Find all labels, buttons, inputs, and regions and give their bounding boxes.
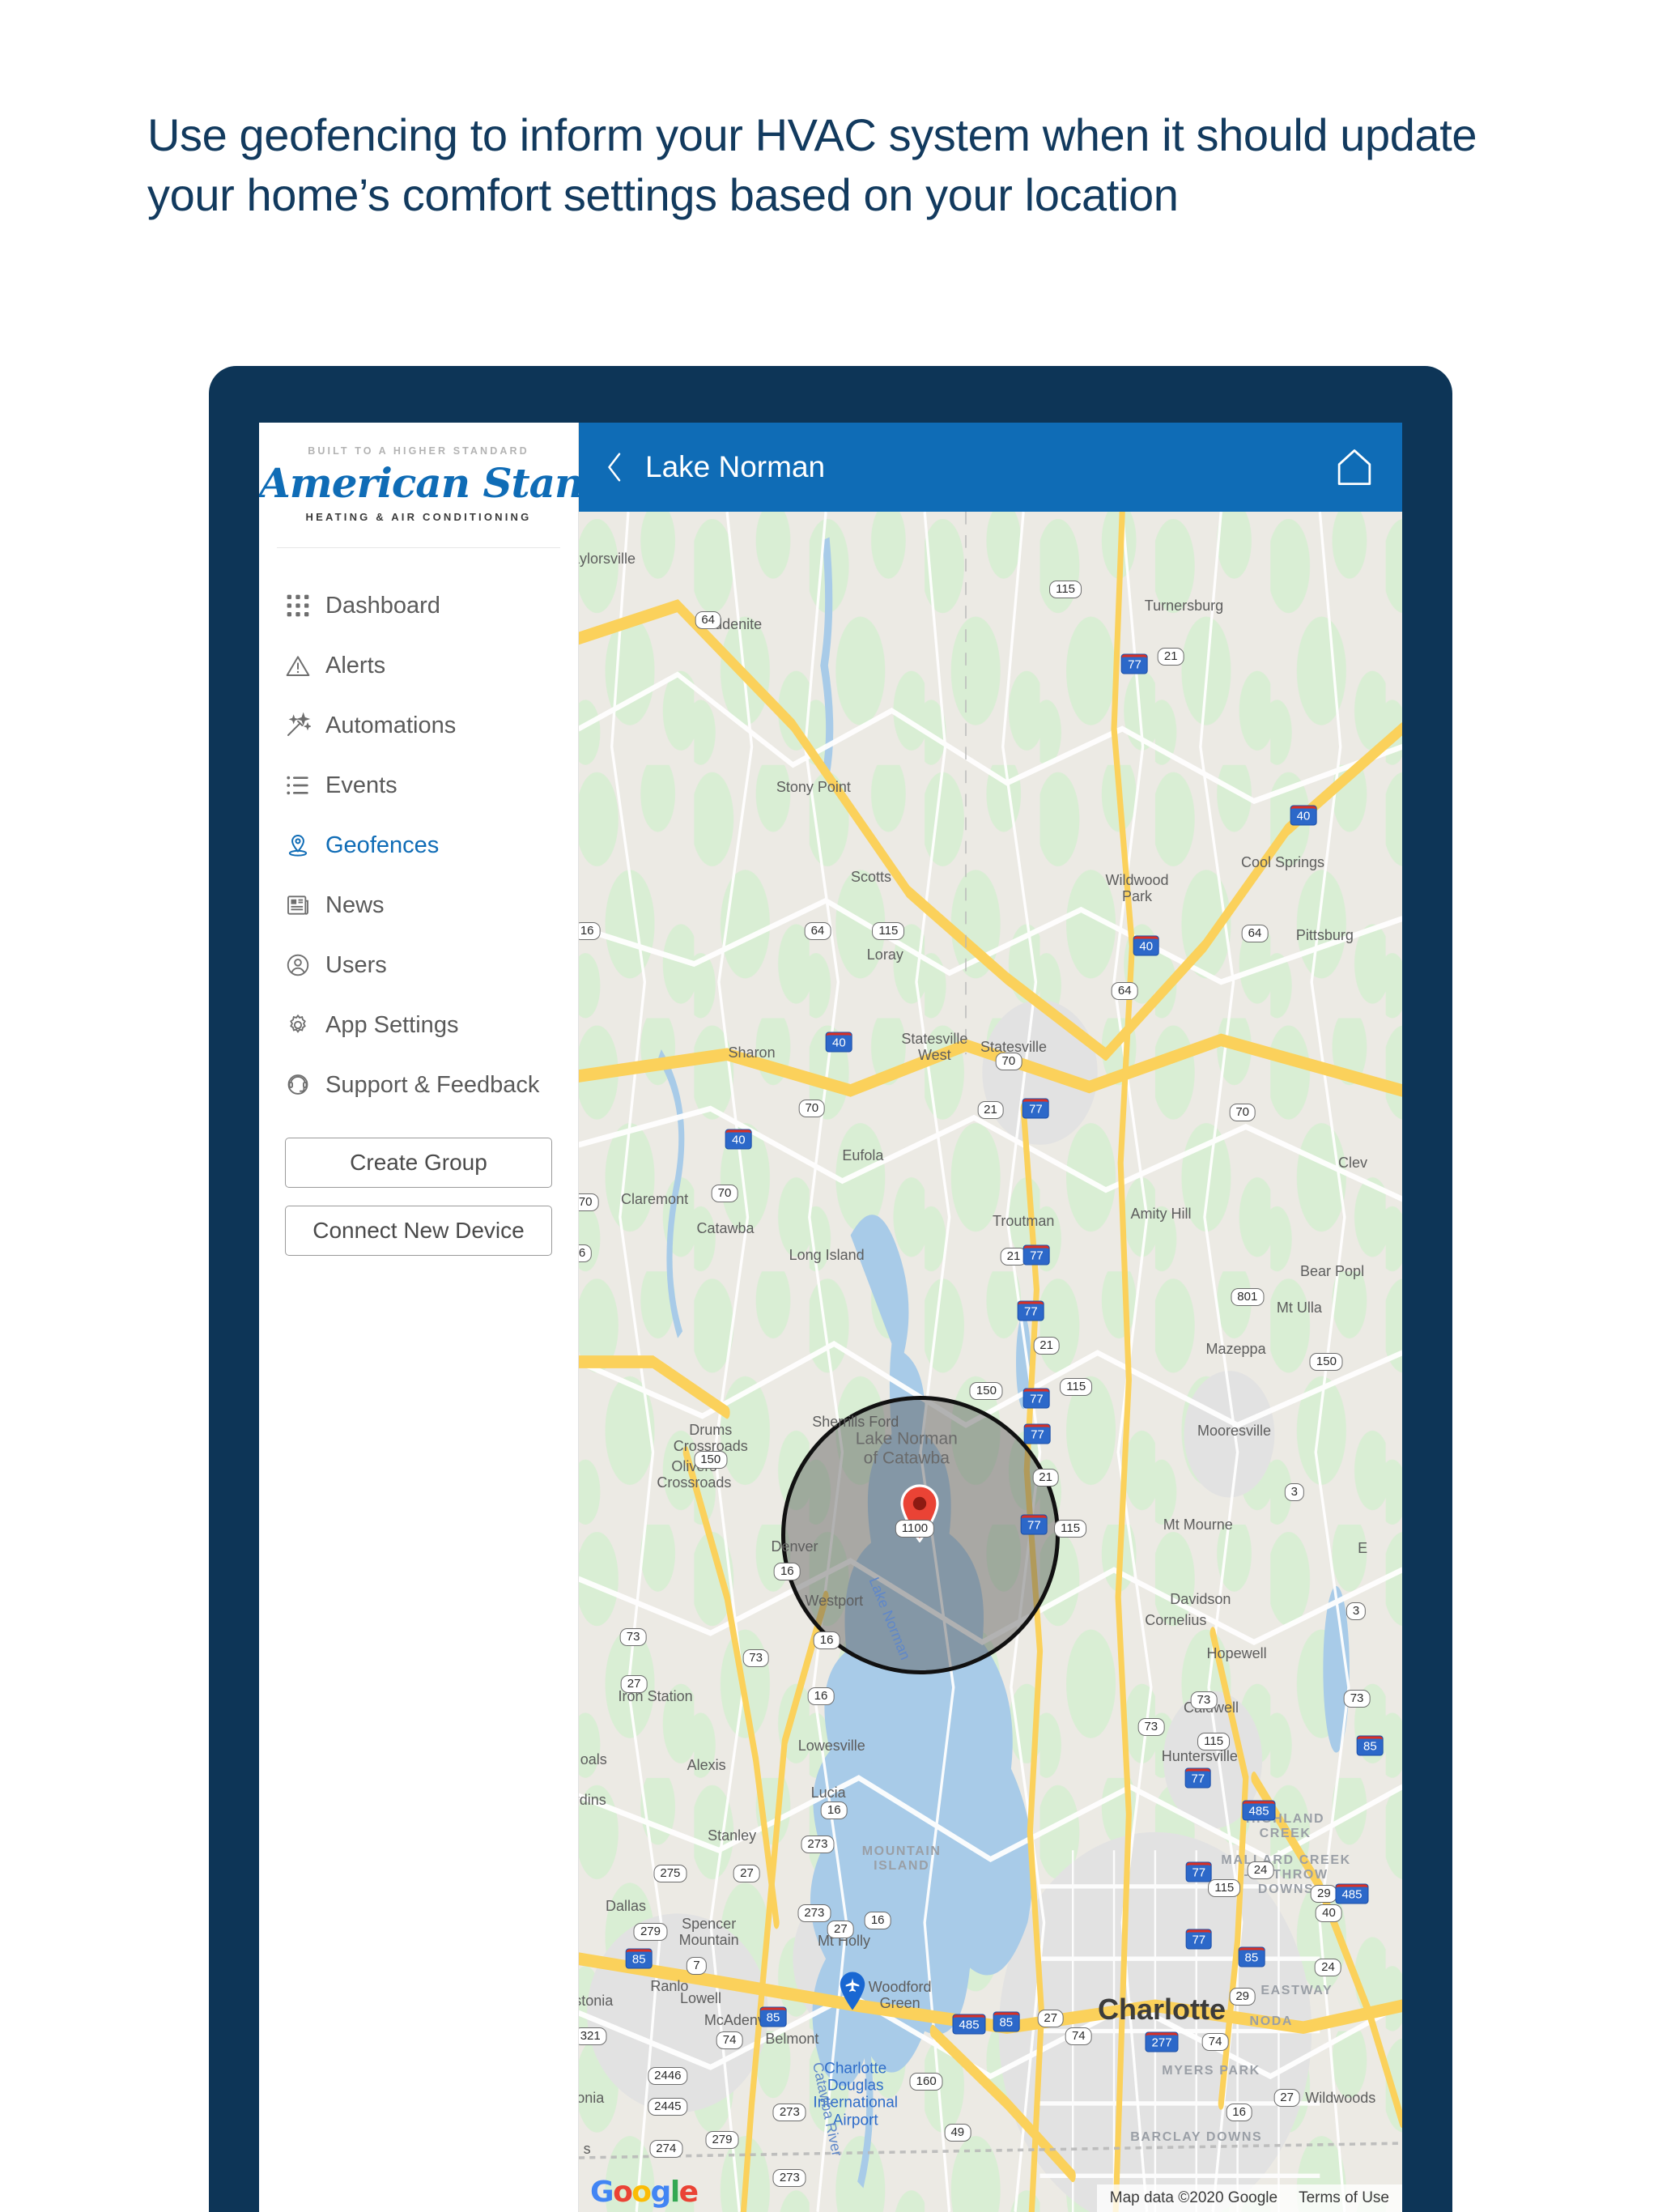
magic-wand-icon (285, 713, 311, 738)
list-icon (285, 772, 311, 798)
app-screen: BUILT TO A HIGHER STANDARD American Stan… (259, 423, 1402, 2212)
map-attribution: Map data ©2020 Google Terms of Use (1096, 2184, 1402, 2212)
newspaper-icon (285, 892, 311, 918)
sidebar-item-label: Events (325, 772, 397, 798)
gear-icon (285, 1012, 311, 1038)
create-group-button[interactable]: Create Group (285, 1138, 552, 1188)
sidebar-item-users[interactable]: Users (259, 935, 578, 995)
sidebar-item-news[interactable]: News (259, 875, 578, 935)
map-basemap (579, 512, 1402, 2212)
sidebar-item-automations[interactable]: Automations (259, 696, 578, 755)
map-pin-icon (285, 832, 311, 858)
location-pin-icon[interactable] (899, 1483, 941, 1542)
user-icon (285, 952, 311, 978)
brand-name: American Standard® (259, 459, 696, 507)
headset-icon (285, 1072, 311, 1098)
brand-tagline: BUILT TO A HIGHER STANDARD (308, 445, 529, 457)
header-title: Lake Norman (645, 450, 826, 483)
sidebar-nav: Dashboard Alerts Automations Events Geof (259, 576, 578, 1115)
sidebar-item-geofences[interactable]: Geofences (259, 815, 578, 875)
map-data-credit: Map data ©2020 Google (1109, 2189, 1278, 2206)
sidebar-item-support-feedback[interactable]: Support & Feedback (259, 1055, 578, 1115)
sidebar-item-label: Support & Feedback (325, 1071, 540, 1098)
sidebar-item-label: News (325, 891, 385, 918)
brand-logo: BUILT TO A HIGHER STANDARD American Stan… (259, 423, 696, 523)
brand-divider (277, 547, 560, 548)
chevron-left-icon[interactable] (603, 449, 627, 485)
google-logo: Google (590, 2176, 699, 2209)
sidebar-item-label: Automations (325, 712, 457, 738)
sidebar-item-app-settings[interactable]: App Settings (259, 995, 578, 1055)
sidebar-item-label: Users (325, 951, 387, 978)
sidebar: BUILT TO A HIGHER STANDARD American Stan… (259, 423, 696, 2212)
sidebar-item-dashboard[interactable]: Dashboard (259, 576, 578, 636)
sidebar-item-label: Geofences (325, 832, 440, 858)
tablet-frame: BUILT TO A HIGHER STANDARD American Stan… (209, 366, 1452, 2212)
brand-subtitle: HEATING & AIR CONDITIONING (305, 511, 532, 523)
app-header: Lake Norman (579, 423, 1402, 512)
main-panel: Lake Norman ylorsville Hiddenite Turners… (579, 423, 1402, 2212)
connect-new-device-button[interactable]: Connect New Device (285, 1206, 552, 1256)
map-canvas[interactable]: aylorsvilleHiddeniteTurnersburgStony Poi… (579, 512, 1402, 2212)
sidebar-actions: Create Group Connect New Device (259, 1138, 578, 1274)
sidebar-item-events[interactable]: Events (259, 755, 578, 815)
sidebar-item-label: Alerts (325, 652, 386, 678)
sidebar-item-label: Dashboard (325, 592, 440, 619)
grid-icon (285, 593, 311, 619)
terms-of-use-link[interactable]: Terms of Use (1299, 2189, 1389, 2207)
sidebar-item-label: App Settings (325, 1011, 459, 1038)
page-title: Use geofencing to inform your HVAC syste… (147, 109, 1477, 220)
airport-marker-icon (838, 1971, 867, 2011)
sidebar-item-alerts[interactable]: Alerts (259, 636, 578, 696)
warning-icon (285, 653, 311, 678)
home-icon[interactable] (1336, 448, 1373, 487)
